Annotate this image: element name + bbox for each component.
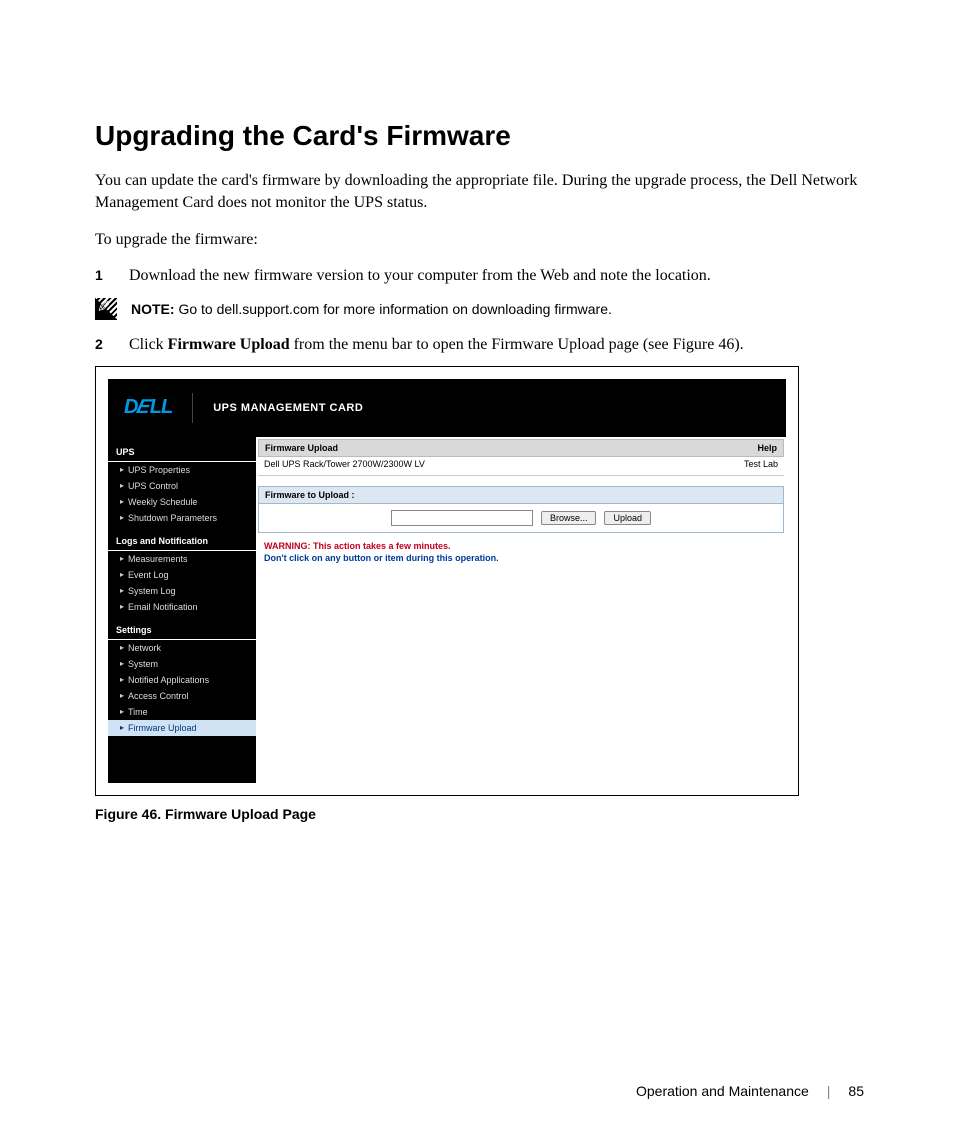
sidebar-item-network[interactable]: Network [108, 640, 256, 656]
browse-button[interactable]: Browse... [541, 511, 597, 525]
panel-title-row: Firmware Upload Help [258, 439, 784, 457]
sidebar-section-settings: Settings [108, 621, 256, 640]
figure-caption: Figure 46. Firmware Upload Page [95, 806, 864, 822]
main-panel: Firmware Upload Help Dell UPS Rack/Tower… [256, 437, 786, 783]
app-title: UPS MANAGEMENT CARD [213, 402, 363, 414]
sidebar-item-system[interactable]: System [108, 656, 256, 672]
step-number: 1 [95, 265, 129, 283]
help-link[interactable]: Help [757, 443, 777, 453]
lead-in: To upgrade the firmware: [95, 229, 864, 251]
sidebar-section-logs: Logs and Notification [108, 532, 256, 551]
step-number: 2 [95, 334, 129, 352]
intro-paragraph: You can update the card's firmware by do… [95, 170, 864, 215]
sidebar-item-email-notification[interactable]: Email Notification [108, 599, 256, 615]
figure-screenshot: DELL UPS MANAGEMENT CARD UPS UPS Propert… [95, 366, 799, 796]
sidebar-item-shutdown-parameters[interactable]: Shutdown Parameters [108, 510, 256, 526]
upload-section-title: Firmware to Upload : [258, 486, 784, 504]
dell-logo: DELL [124, 396, 172, 419]
header-divider [192, 393, 193, 423]
sidebar-item-event-log[interactable]: Event Log [108, 567, 256, 583]
page-heading: Upgrading the Card's Firmware [95, 120, 864, 152]
note-text: NOTE: Go to dell.support.com for more in… [131, 301, 612, 317]
sidebar-item-time[interactable]: Time [108, 704, 256, 720]
page-footer: Operation and Maintenance | 85 [636, 1083, 864, 1099]
step-text-pre: Click [129, 336, 168, 353]
note-block: NOTE: Go to dell.support.com for more in… [95, 298, 864, 320]
note-icon [95, 298, 117, 320]
device-name: Dell UPS Rack/Tower 2700W/2300W LV [264, 459, 425, 469]
warning-line-2: Don't click on any button or item during… [258, 553, 784, 563]
footer-divider: | [827, 1083, 831, 1099]
device-row: Dell UPS Rack/Tower 2700W/2300W LV Test … [258, 457, 784, 476]
sidebar-item-notified-applications[interactable]: Notified Applications [108, 672, 256, 688]
note-label: NOTE: [131, 301, 175, 317]
sidebar-item-weekly-schedule[interactable]: Weekly Schedule [108, 494, 256, 510]
file-path-input[interactable] [391, 510, 533, 526]
note-body: Go to dell.support.com for more informat… [175, 301, 612, 317]
warning-line-1: WARNING: This action takes a few minutes… [258, 533, 784, 553]
step-text: Download the new firmware version to you… [129, 265, 711, 287]
sidebar: UPS UPS Properties UPS Control Weekly Sc… [108, 437, 256, 783]
app-header: DELL UPS MANAGEMENT CARD [108, 379, 786, 437]
sidebar-section-ups: UPS [108, 443, 256, 462]
sidebar-item-measurements[interactable]: Measurements [108, 551, 256, 567]
upload-row: Browse... Upload [258, 504, 784, 533]
sidebar-item-access-control[interactable]: Access Control [108, 688, 256, 704]
step-text-post: from the menu bar to open the Firmware U… [290, 336, 744, 353]
sidebar-item-firmware-upload[interactable]: Firmware Upload [108, 720, 256, 736]
step-text-bold: Firmware Upload [168, 336, 290, 353]
panel-title: Firmware Upload [265, 443, 338, 453]
footer-page-number: 85 [848, 1083, 864, 1099]
sidebar-item-ups-control[interactable]: UPS Control [108, 478, 256, 494]
sidebar-item-ups-properties[interactable]: UPS Properties [108, 462, 256, 478]
lab-label: Test Lab [744, 459, 778, 469]
step-text: Click Firmware Upload from the menu bar … [129, 334, 744, 356]
sidebar-item-system-log[interactable]: System Log [108, 583, 256, 599]
footer-section: Operation and Maintenance [636, 1083, 809, 1099]
upload-button[interactable]: Upload [604, 511, 651, 525]
